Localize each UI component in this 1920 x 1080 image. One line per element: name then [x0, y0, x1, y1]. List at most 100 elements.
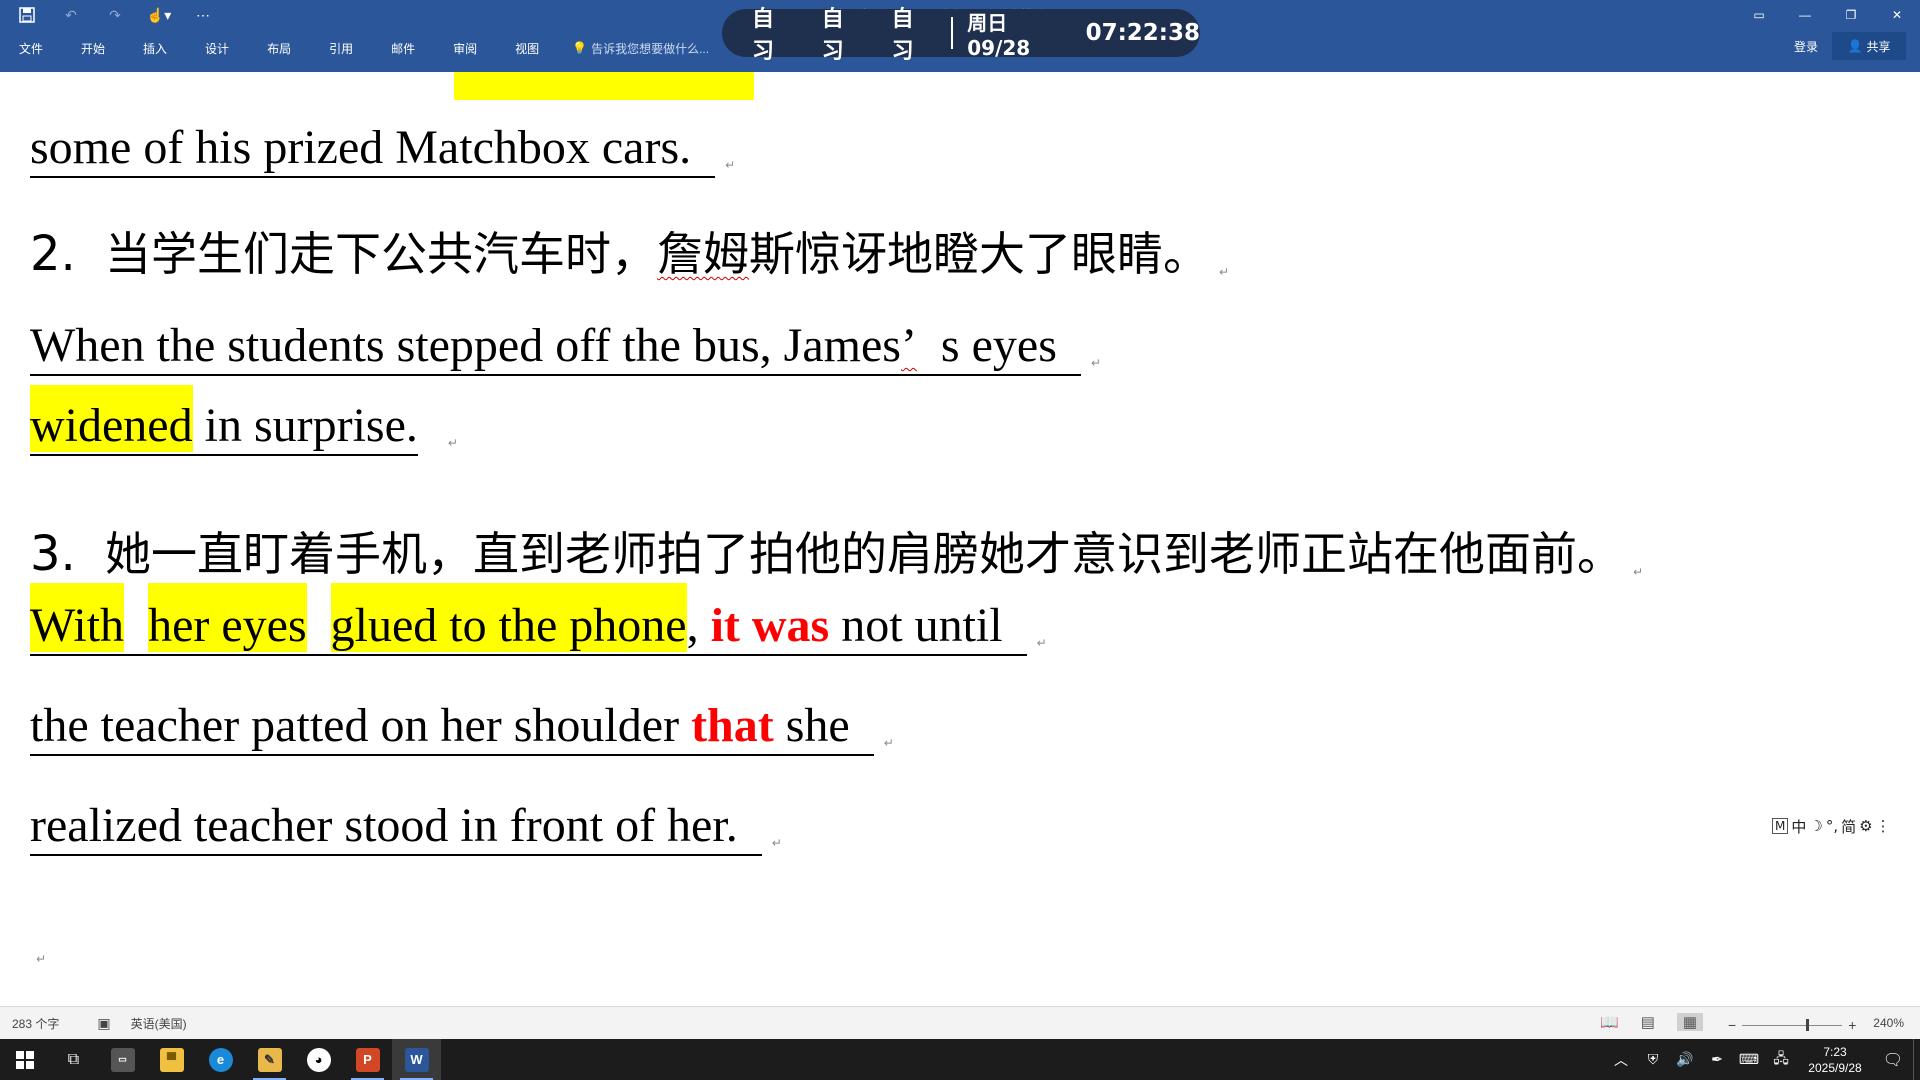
tell-me-placeholder: 告诉我您想要做什么... [591, 41, 710, 56]
ribbon-display-options-icon[interactable]: ▭ [1736, 0, 1782, 30]
item2-number: 2. [30, 226, 76, 282]
item3-number: 3. [30, 526, 76, 582]
status-bar: 283 个字 ▣ 英语(美国) 📖 ▤ ▦ − + 240% [0, 1006, 1920, 1040]
item3-cn-text: 她一直盯着手机，直到老师拍了拍他的肩膀她才意识到老师正站在他面前。 [105, 527, 1624, 581]
tab-view[interactable]: 视图 [496, 40, 558, 57]
paragraph-mark: ↵ [1633, 565, 1644, 579]
ime-simplified-toggle[interactable]: 简 [1841, 816, 1856, 837]
zoom-track[interactable] [1742, 1018, 1843, 1031]
tell-me-box[interactable]: 💡 告诉我您想要做什么... [558, 40, 709, 57]
volume-icon[interactable]: 🔊 [1669, 1051, 1701, 1068]
tray-expand-icon[interactable]: ︿ [1605, 1050, 1637, 1070]
taskbar-date: 2025/9/28 [1808, 1060, 1862, 1075]
zoom-percentage[interactable]: 240% [1873, 1016, 1904, 1030]
taskbar-clock[interactable]: 7:23 2025/9/28 [1797, 1044, 1873, 1076]
paragraph-mark: ↵ [883, 736, 894, 750]
tab-mailings[interactable]: 邮件 [372, 40, 434, 57]
word-icon[interactable]: W [392, 1039, 441, 1080]
tab-home[interactable]: 开始 [62, 40, 124, 57]
doc-item-3-chinese: 3. 她一直盯着手机，直到老师拍了拍他的肩膀她才意识到老师正站在他面前。 ↵ [30, 518, 1643, 584]
share-label: 共享 [1866, 39, 1891, 54]
network-icon[interactable]: 🖧 [1765, 1048, 1797, 1072]
tab-design[interactable]: 设计 [186, 40, 248, 57]
item2-en-1a: When the students stepped off the bus, J… [30, 319, 901, 372]
clock-time: 07:22:38 [1085, 20, 1200, 46]
doc-item-2-chinese: 2. 当学生们走下公共汽车时，詹姆斯惊讶地瞪大了眼睛。 ↵ [30, 218, 1229, 284]
empty-paragraph: ↵ [36, 944, 46, 966]
self-study-label-1: 自习 [752, 7, 775, 64]
ime-settings-icon[interactable]: ⚙ [1859, 817, 1872, 835]
clock-date: 周日 09/28 [967, 10, 1031, 60]
item3-highlight-glued: glued to the phone [330, 583, 687, 652]
system-tray: ︿ ⛨ 🔊 ✒ ⌨ 🖧 7:23 2025/9/28 🗨 [1605, 1039, 1920, 1080]
tab-review[interactable]: 审阅 [434, 40, 496, 57]
clipped-previous-line [30, 72, 754, 100]
restore-icon[interactable]: ❐ [1828, 0, 1874, 30]
word-count[interactable]: 283 个字 [12, 1015, 59, 1032]
zoom-in-icon[interactable]: + [1848, 1017, 1856, 1033]
read-mode-icon[interactable]: 📖 [1600, 1013, 1619, 1031]
proofing-icon[interactable]: ▣ [97, 1015, 110, 1032]
item2-cn-part-b: 斯惊讶地瞪大了眼睛。 [749, 227, 1210, 281]
tab-file[interactable]: 文件 [0, 40, 62, 57]
ime-moon-icon[interactable]: ☽ [1809, 817, 1822, 835]
doc-item-2-en-line-2: widened in surprise. ↵ [30, 385, 458, 456]
overlay-clock-widget: 自习 自习 自习 周日 09/28 07:22:38 [722, 7, 1200, 64]
doc-item-3-en-line-3: realized teacher stood in front of her. … [30, 798, 782, 856]
tab-references[interactable]: 引用 [310, 40, 372, 57]
ime-toolbar[interactable]: M 中 ☽ °, 简 ⚙ ⋮ [1772, 816, 1891, 836]
sketch-app-icon[interactable]: ✎ [245, 1039, 294, 1080]
edge-browser-icon[interactable]: e [196, 1039, 245, 1080]
ribbon-tabs: 文件 开始 插入 设计 布局 引用 邮件 审阅 视图 💡 告诉我您想要做什么..… [0, 36, 709, 60]
notification-icon[interactable]: 🗨 [1873, 1050, 1913, 1070]
keyboard-icon[interactable]: ⌨ [1733, 1051, 1765, 1068]
login-link[interactable]: 登录 [1794, 38, 1818, 55]
document-canvas[interactable]: some of his prized Matchbox cars. ↵ 2. 当… [0, 72, 1920, 1006]
ime-mode-icon[interactable]: M [1772, 818, 1789, 834]
tab-insert[interactable]: 插入 [124, 40, 186, 57]
file-explorer-icon[interactable]: ▀ [147, 1039, 196, 1080]
language-indicator[interactable]: 英语(美国) [131, 1015, 187, 1032]
item3-en-3: realized teacher stood in front of her. [30, 799, 738, 852]
item2-highlight-widened: widened [30, 385, 193, 452]
ime-more-icon[interactable]: ⋮ [1876, 817, 1891, 835]
paragraph-mark: ↵ [771, 836, 782, 850]
qq-icon[interactable]: ◕ [294, 1039, 343, 1080]
item2-en-2b: in surprise. [192, 399, 418, 452]
person-icon: 👤 [1847, 39, 1863, 53]
task-view-icon[interactable]: ⧉ [49, 1039, 98, 1080]
share-button[interactable]: 👤 共享 [1832, 32, 1906, 60]
taskbar-time: 7:23 [1823, 1044, 1847, 1059]
highlight-fragment [454, 72, 754, 100]
item2-apostrophe: ’ [900, 319, 917, 372]
zoom-out-icon[interactable]: − [1728, 1017, 1736, 1033]
tab-layout[interactable]: 布局 [248, 40, 310, 57]
minimize-icon[interactable]: — [1782, 0, 1828, 30]
powerpoint-icon[interactable]: P [343, 1039, 392, 1080]
paragraph-mark: ↵ [1090, 356, 1101, 370]
doc-item-3-en-line-1: With her eyes glued to the phone, it was… [30, 583, 1047, 656]
zoom-thumb[interactable] [1806, 1018, 1810, 1031]
security-icon[interactable]: ⛨ [1637, 1051, 1669, 1068]
paragraph-mark: ↵ [1219, 265, 1230, 279]
close-icon[interactable]: ✕ [1874, 0, 1920, 30]
item2-en-1b: s eyes [940, 319, 1057, 372]
self-study-label-3: 自习 [891, 7, 914, 64]
app-launcher-icon[interactable]: ▭ [98, 1039, 147, 1080]
doc-item-2-en-line-1: When the students stepped off the bus, J… [30, 318, 1101, 376]
ime-chinese-toggle[interactable]: 中 [1791, 816, 1806, 837]
item3-highlight-with: With [30, 583, 125, 652]
zoom-slider[interactable]: − + [1728, 1017, 1856, 1033]
window-controls: ▭ — ❐ ✕ [1736, 0, 1920, 30]
item3-emphasis-it-was: it was [710, 599, 830, 652]
pen-icon[interactable]: ✒ [1701, 1051, 1733, 1068]
view-switcher: 📖 ▤ ▦ [1600, 1013, 1704, 1031]
item3-en-2b: she [773, 699, 850, 752]
web-layout-icon[interactable]: ▦ [1676, 1013, 1704, 1031]
print-layout-icon[interactable]: ▤ [1641, 1013, 1655, 1031]
paragraph-mark: ↵ [447, 436, 458, 450]
item3-emphasis-that: that [691, 699, 774, 752]
ime-punctuation-icon[interactable]: °, [1826, 817, 1838, 835]
show-desktop-button[interactable] [1913, 1039, 1920, 1080]
windows-start-icon[interactable] [0, 1039, 49, 1080]
